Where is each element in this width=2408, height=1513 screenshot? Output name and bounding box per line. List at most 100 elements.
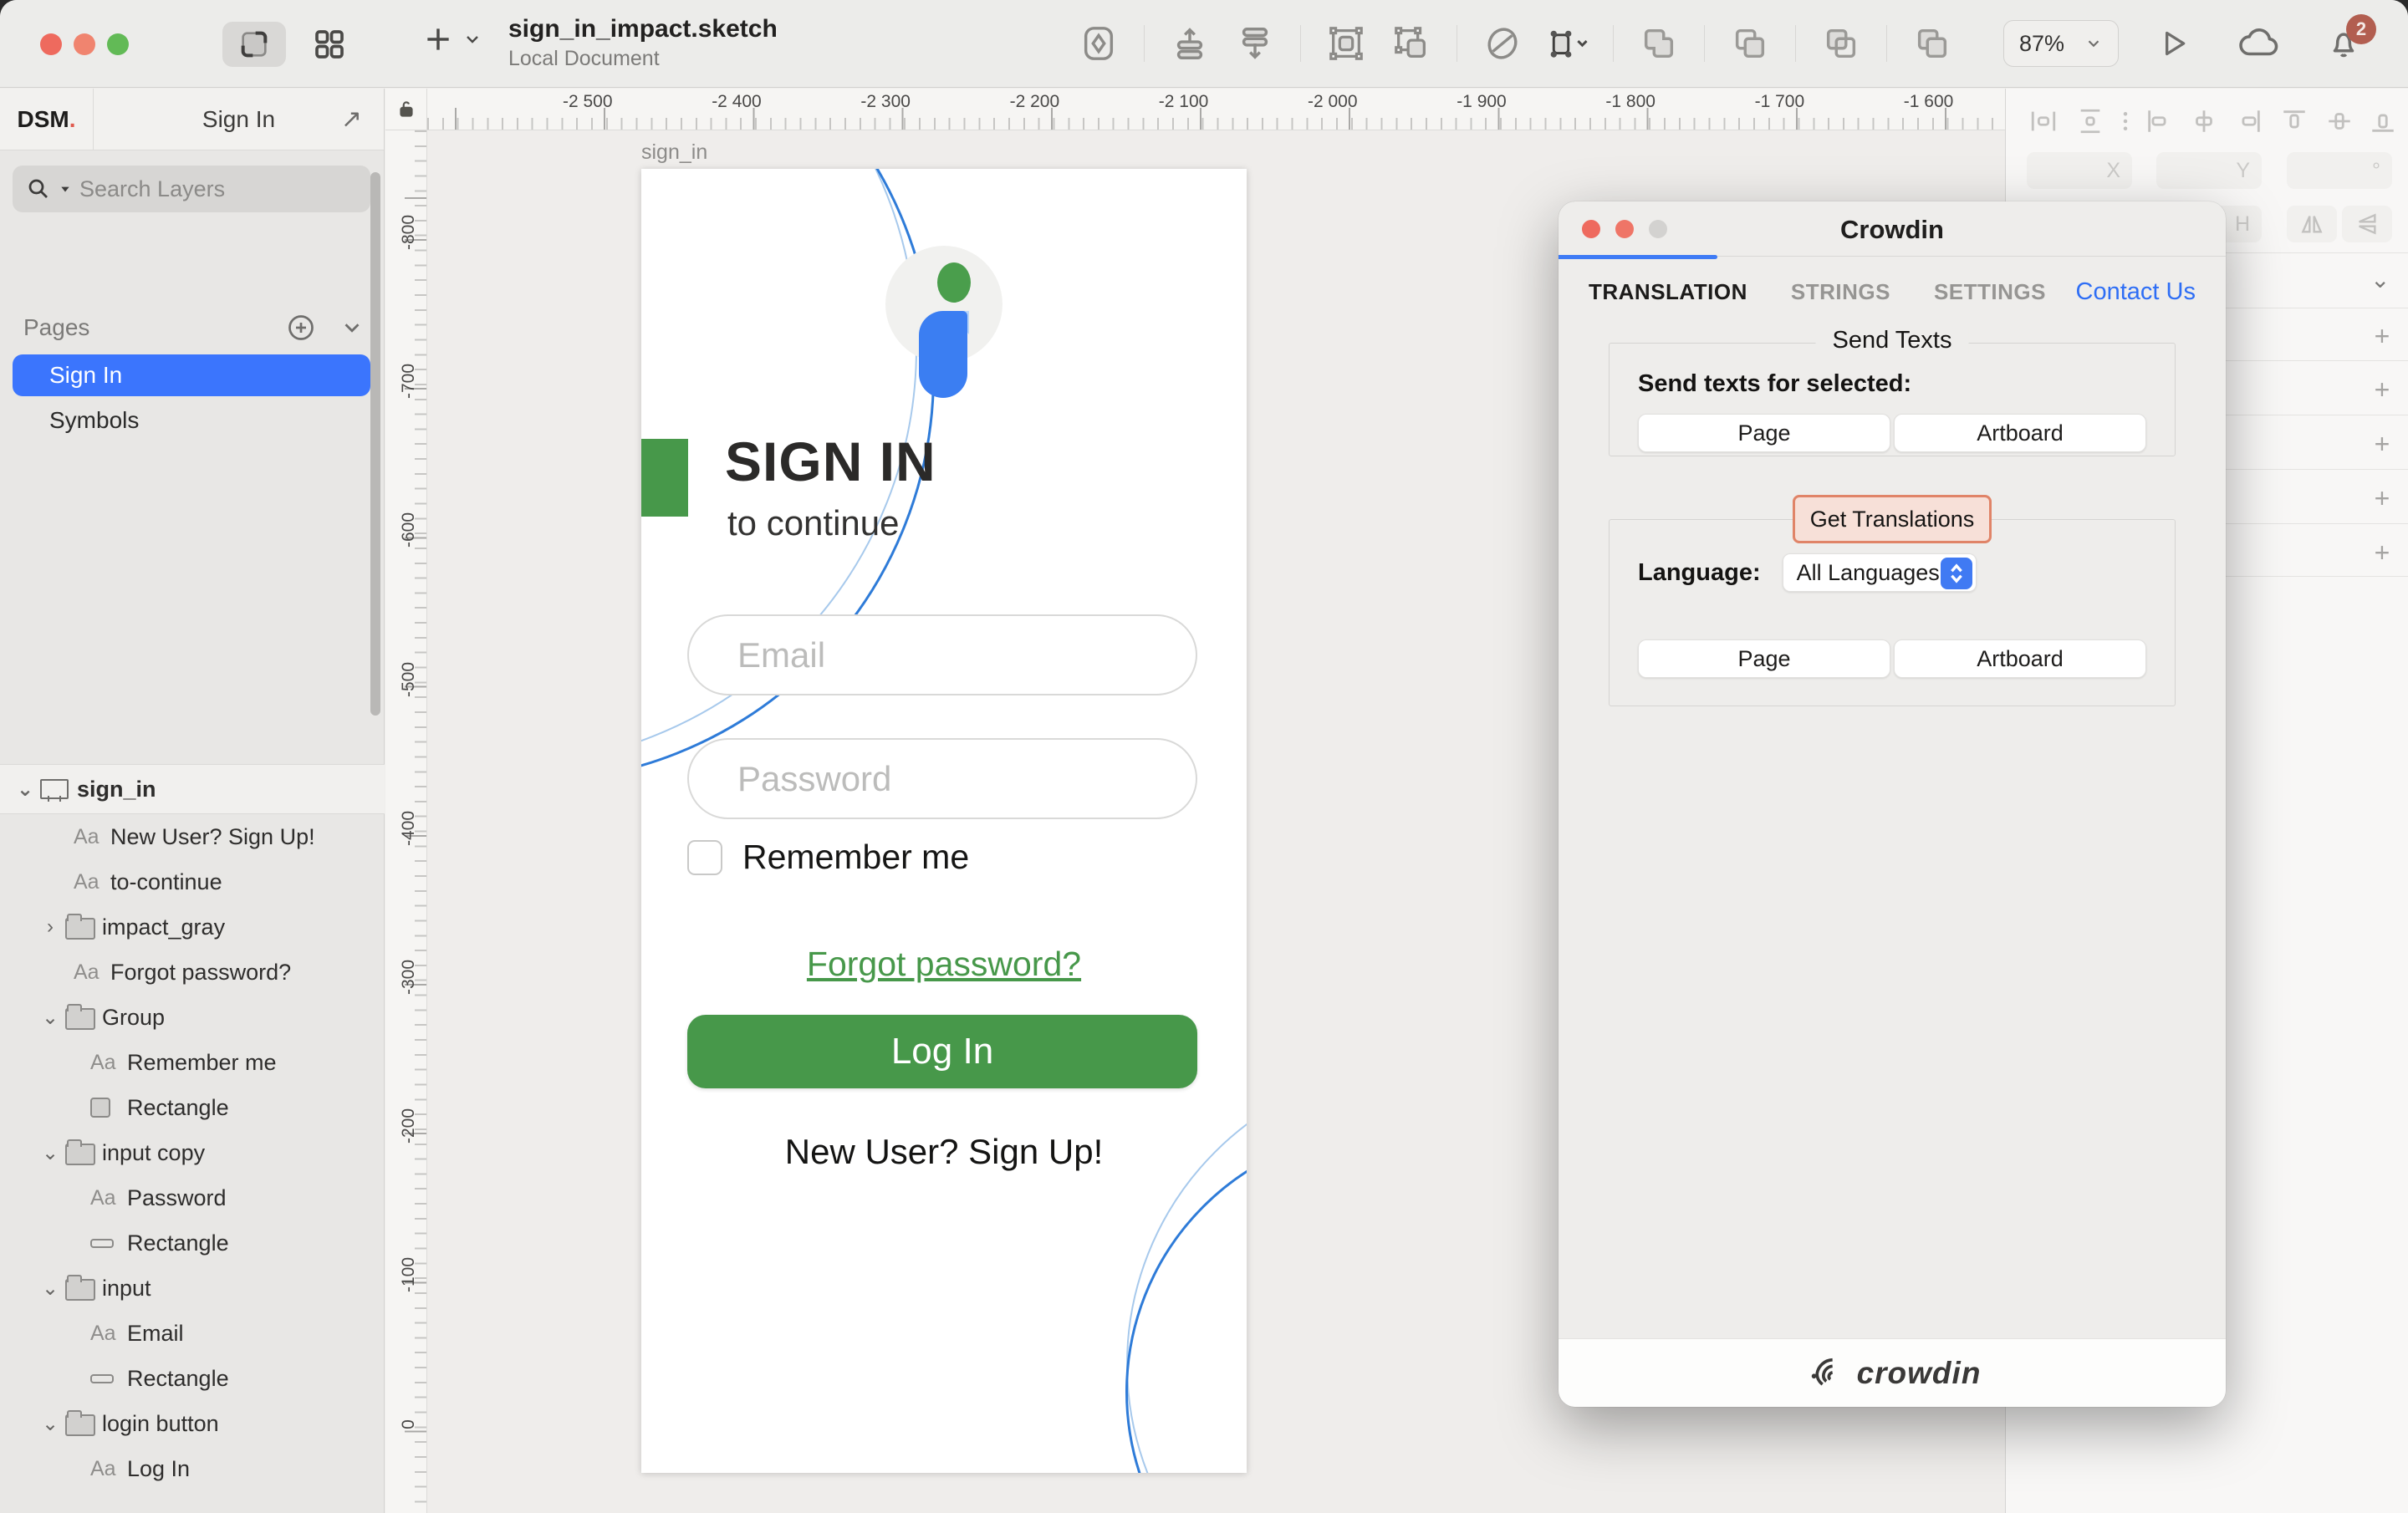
add-style-button[interactable]: + (2369, 483, 2395, 514)
flip-vertical-button[interactable] (2342, 206, 2392, 242)
view-toggle-group (222, 22, 365, 67)
horizontal-ruler[interactable]: -2 500-2 400-2 300-2 200-2 100-2 000-1 9… (427, 89, 2005, 130)
layer-row[interactable]: ⌄ input copy (0, 1130, 385, 1175)
dialog-titlebar[interactable]: Crowdin (1559, 201, 2226, 257)
minimize-window-button[interactable] (74, 33, 95, 55)
artboard-name-label[interactable]: sign_in (641, 140, 707, 165)
layer-row[interactable]: ⌄ Group (0, 995, 385, 1040)
page-item[interactable]: Symbols (13, 400, 370, 441)
layer-chevron-icon[interactable]: ⌄ (35, 1276, 65, 1301)
layer-chevron-icon[interactable]: ⌄ (35, 1006, 65, 1030)
layer-row[interactable]: ⌄ login button (0, 1401, 385, 1446)
x-position-field[interactable]: X (2027, 152, 2132, 189)
section-collapse-icon[interactable]: ⌄ (2370, 266, 2390, 293)
page-item-label: Sign In (49, 362, 122, 389)
artboard[interactable]: SIGN IN to continue Email Password Remem… (641, 169, 1247, 1473)
align-center-horizontal-icon[interactable] (2190, 107, 2218, 135)
rotation-field[interactable]: ° (2287, 152, 2392, 189)
layer-row[interactable]: to-continue (0, 859, 385, 904)
layer-chevron-icon[interactable]: ⌄ (10, 777, 40, 802)
crowdin-plugin-dialog: Crowdin TRANSLATION STRINGS SETTINGS Conta… (1559, 201, 2226, 1407)
contact-us-link[interactable]: Contact Us (2076, 278, 2196, 306)
distribute-horizontal-icon[interactable] (2029, 107, 2058, 135)
group-button[interactable] (1326, 23, 1366, 64)
get-artboard-button[interactable]: Artboard (1894, 639, 2146, 678)
get-page-button[interactable]: Page (1638, 639, 1890, 678)
add-style-button[interactable]: + (2369, 321, 2395, 352)
layer-chevron-icon[interactable]: ⌄ (35, 1412, 65, 1436)
page-item[interactable]: Sign In (13, 354, 370, 396)
remember-me-checkbox[interactable] (687, 840, 722, 875)
flip-horizontal-button[interactable] (2287, 206, 2337, 242)
add-style-button[interactable]: + (2369, 429, 2395, 460)
layer-row[interactable]: Email (0, 1311, 385, 1356)
close-window-button[interactable] (40, 33, 62, 55)
signup-text[interactable]: New User? Sign Up! (641, 1132, 1247, 1172)
add-style-button[interactable]: + (2369, 537, 2395, 568)
password-field[interactable]: Password (687, 738, 1197, 819)
y-position-field[interactable]: Y (2156, 152, 2262, 189)
union-button[interactable] (1639, 23, 1679, 64)
grid-view-button[interactable] (298, 22, 361, 67)
zoom-control[interactable]: 87% (2003, 20, 2119, 67)
layer-chevron-icon[interactable]: ⌄ (35, 1141, 65, 1165)
dialog-tab[interactable]: TRANSLATION (1589, 279, 1747, 305)
login-button[interactable]: Log In (687, 1015, 1197, 1088)
bring-forward-button[interactable] (1170, 23, 1210, 64)
insert-control[interactable] (422, 23, 482, 55)
tab-dsm[interactable]: DSM. (0, 89, 94, 150)
send-backward-button[interactable] (1235, 23, 1275, 64)
forgot-password-link[interactable]: Forgot password? (641, 945, 1247, 984)
layer-label: login button (102, 1411, 219, 1437)
send-artboard-button[interactable]: Artboard (1894, 414, 2146, 452)
intersect-button[interactable] (1821, 23, 1861, 64)
canvas-view-button[interactable] (222, 22, 286, 67)
layers-scrollbar[interactable] (370, 172, 380, 716)
add-page-button[interactable] (286, 313, 316, 343)
ruler-corner[interactable] (385, 89, 427, 130)
layer-row[interactable]: Password (0, 1175, 385, 1220)
layer-row[interactable]: › impact_gray (0, 904, 385, 950)
external-link-icon[interactable]: ↗ (341, 104, 362, 134)
subtract-button[interactable] (1730, 23, 1770, 64)
layer-row[interactable]: New User? Sign Up! (0, 814, 385, 859)
align-middle-vertical-icon[interactable] (2325, 107, 2354, 135)
collapse-pages-button[interactable] (339, 315, 365, 340)
align-bottom-icon[interactable] (2369, 107, 2397, 135)
distribute-vertical-icon[interactable] (2076, 107, 2104, 135)
layer-row[interactable]: Log In (0, 1446, 385, 1491)
fullscreen-window-button[interactable] (107, 33, 129, 55)
notifications-button[interactable]: 2 (2326, 26, 2361, 61)
rotate-button[interactable] (1482, 23, 1523, 64)
difference-button[interactable] (1912, 23, 1952, 64)
send-page-button[interactable]: Page (1638, 414, 1890, 452)
layer-chevron-icon[interactable]: › (35, 915, 65, 939)
search-input[interactable]: Search Layers (13, 166, 370, 212)
dialog-tab[interactable]: SETTINGS (1934, 279, 2046, 305)
layer-row[interactable]: Rectangle (0, 1085, 385, 1130)
remember-me-label: Remember me (742, 838, 969, 877)
cloud-sync-button[interactable] (2237, 27, 2279, 60)
add-style-button[interactable]: + (2369, 374, 2395, 405)
email-field[interactable]: Email (687, 614, 1197, 695)
layer-row[interactable]: Forgot password? (0, 950, 385, 995)
preview-button[interactable] (2157, 27, 2191, 60)
align-left-icon[interactable] (2145, 107, 2173, 135)
layer-row[interactable]: Rectangle (0, 1356, 385, 1401)
artboard-tool-button[interactable] (1548, 23, 1588, 64)
dialog-tab[interactable]: STRINGS (1791, 279, 1890, 305)
layer-row[interactable]: ⌄ sign_in (0, 764, 385, 814)
vertical-ruler[interactable]: -800-700-600-500-400-300-200-1000 (385, 130, 427, 1513)
align-top-icon[interactable] (2280, 107, 2309, 135)
layer-row[interactable]: ⌄ input (0, 1266, 385, 1311)
language-select[interactable]: All Languages (1783, 553, 1977, 592)
tab-document[interactable]: Sign In ↗ (94, 89, 384, 150)
align-right-icon[interactable] (2235, 107, 2263, 135)
more-options-icon[interactable] (2113, 107, 2138, 135)
symbol-button[interactable] (1079, 23, 1119, 64)
layer-row[interactable]: Remember me (0, 1040, 385, 1085)
ungroup-button[interactable] (1391, 23, 1431, 64)
play-icon (2157, 27, 2191, 60)
get-translations-button[interactable]: Get Translations (1793, 495, 1992, 543)
layer-row[interactable]: Rectangle (0, 1220, 385, 1266)
